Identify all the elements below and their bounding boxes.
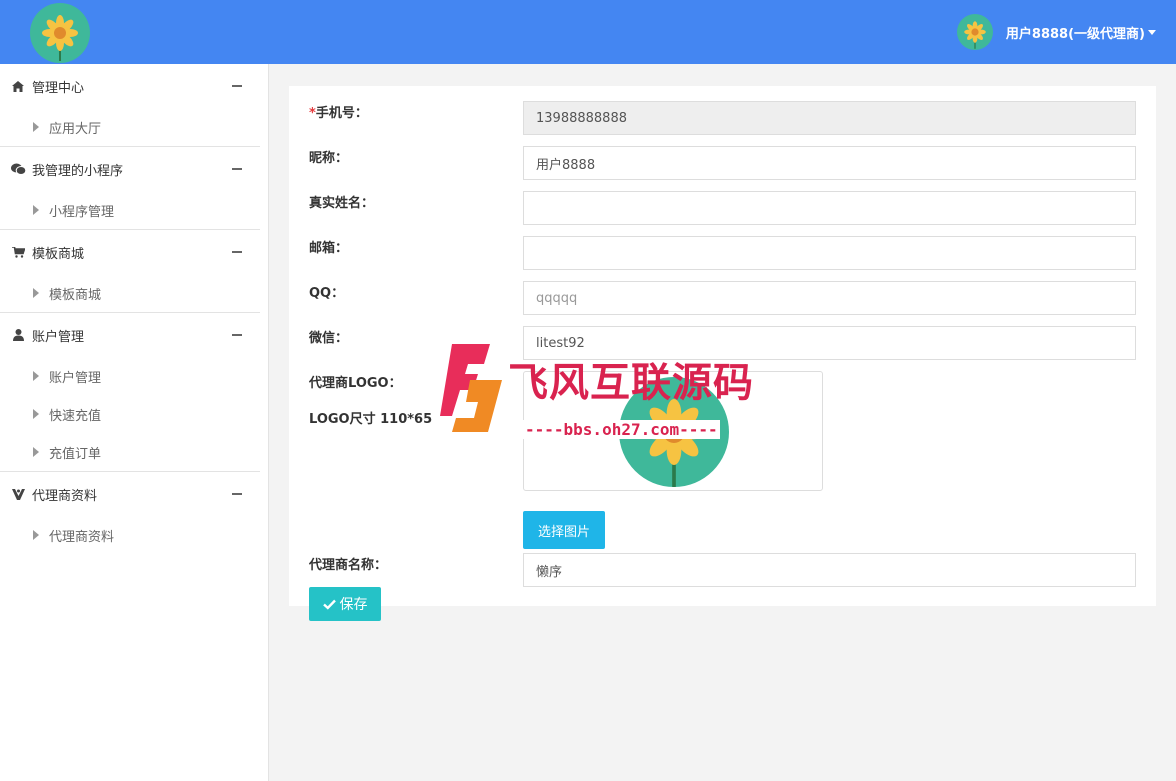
sidebar-group-agent-profile: 代理商资料 代理商资料 — [0, 472, 260, 554]
caret-right-icon — [33, 409, 39, 419]
caret-down-icon[interactable] — [1148, 29, 1156, 35]
sidebar-group-admin-center: 管理中心 应用大厅 — [0, 64, 260, 147]
watermark-url: ----bbs.oh27.com---- — [523, 420, 720, 439]
watermark: 飞风互联源码 ----bbs.oh27.com---- — [440, 340, 753, 440]
caret-right-icon — [33, 371, 39, 381]
wechat-icon — [10, 162, 26, 176]
logo-size-hint: LOGO尺寸 110*65 — [309, 412, 433, 427]
collapse-icon[interactable] — [232, 168, 242, 170]
required-mark: * — [309, 106, 316, 121]
qq-field[interactable] — [523, 281, 1136, 315]
sidebar-item-account-manage[interactable]: 账户管理 — [0, 357, 260, 395]
sidebar-group-template-mall: 模板商城 模板商城 — [0, 230, 260, 313]
save-button[interactable]: 保存 — [309, 587, 381, 621]
email-label: 邮箱： — [309, 241, 349, 256]
agent-name-field[interactable] — [523, 553, 1136, 587]
nickname-label: 昵称： — [309, 151, 349, 166]
agent-icon — [10, 487, 26, 501]
avatar — [956, 14, 993, 50]
top-header: 用户8888(一级代理商) — [0, 0, 1176, 64]
qq-label: QQ： — [309, 286, 345, 301]
sidebar-head-label: 管理中心 — [32, 80, 85, 96]
email-field[interactable] — [523, 236, 1136, 270]
caret-right-icon — [33, 530, 39, 540]
cart-icon — [10, 245, 26, 259]
sidebar-item-label: 应用大厅 — [49, 121, 102, 137]
sidebar-item-recharge-orders[interactable]: 充值订单 — [0, 433, 260, 471]
sidebar-item-miniprogram-manage[interactable]: 小程序管理 — [0, 191, 260, 229]
collapse-icon[interactable] — [232, 334, 242, 336]
nickname-field[interactable] — [523, 146, 1136, 180]
sidebar-item-label: 代理商资料 — [49, 529, 115, 545]
sunflower-icon — [42, 15, 78, 61]
sidebar-group-my-miniprograms: 我管理的小程序 小程序管理 — [0, 147, 260, 230]
sidebar-item-label: 模板商城 — [49, 287, 102, 303]
collapse-icon[interactable] — [232, 493, 242, 495]
sidebar-item-template-mall[interactable]: 模板商城 — [0, 274, 260, 312]
sidebar-head-agent-profile[interactable]: 代理商资料 — [0, 472, 260, 516]
realname-field[interactable] — [523, 191, 1136, 225]
fj-logo-icon — [440, 344, 502, 432]
sunflower-icon — [964, 21, 986, 49]
user-icon — [10, 328, 26, 342]
collapse-icon[interactable] — [232, 85, 242, 87]
sidebar-item-quick-recharge[interactable]: 快速充值 — [0, 395, 260, 433]
sidebar-head-label: 我管理的小程序 — [32, 163, 124, 179]
check-icon — [322, 599, 336, 610]
sidebar: 管理中心 应用大厅 我管理的小程序 小程序管理 模板商城 模板商城 账户管理 账… — [0, 64, 269, 781]
caret-right-icon — [33, 288, 39, 298]
caret-right-icon — [33, 122, 39, 132]
sidebar-item-label: 快速充值 — [49, 408, 102, 424]
sidebar-head-label: 账户管理 — [32, 329, 85, 345]
save-button-label: 保存 — [339, 597, 368, 613]
phone-field — [523, 101, 1136, 135]
logo-label: 代理商LOGO： — [309, 376, 402, 391]
sidebar-head-template-mall[interactable]: 模板商城 — [0, 230, 260, 274]
sidebar-head-admin-center[interactable]: 管理中心 — [0, 64, 260, 108]
brand-logo[interactable] — [30, 3, 90, 63]
sidebar-item-agent-profile[interactable]: 代理商资料 — [0, 516, 260, 554]
caret-right-icon — [33, 447, 39, 457]
sidebar-item-label: 小程序管理 — [49, 204, 115, 220]
sidebar-head-label: 代理商资料 — [32, 488, 98, 504]
collapse-icon[interactable] — [232, 251, 242, 253]
sidebar-head-my-miniprograms[interactable]: 我管理的小程序 — [0, 147, 260, 191]
sidebar-item-label: 账户管理 — [49, 370, 102, 386]
user-name[interactable]: 用户8888(一级代理商) — [1006, 23, 1145, 42]
choose-image-button[interactable]: 选择图片 — [523, 511, 605, 549]
caret-right-icon — [33, 205, 39, 215]
home-icon — [10, 79, 26, 93]
phone-label: *手机号： — [309, 106, 368, 121]
sidebar-item-label: 充值订单 — [49, 446, 102, 462]
sidebar-head-label: 模板商城 — [32, 246, 85, 262]
watermark-text: 飞风互联源码 — [508, 360, 754, 406]
realname-label: 真实姓名： — [309, 196, 375, 211]
sidebar-item-app-hall[interactable]: 应用大厅 — [0, 108, 260, 146]
sidebar-group-account: 账户管理 账户管理 快速充值 充值订单 — [0, 313, 260, 472]
wechat-label: 微信： — [309, 331, 349, 346]
sidebar-head-account[interactable]: 账户管理 — [0, 313, 260, 357]
agent-name-label: 代理商名称： — [309, 558, 388, 573]
user-menu[interactable]: 用户8888(一级代理商) — [956, 14, 1156, 50]
